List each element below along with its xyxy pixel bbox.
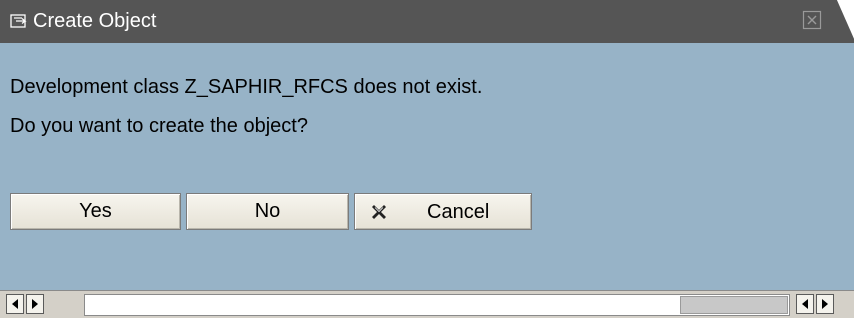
create-document-icon [10,14,27,28]
scroll-right-icon[interactable] [26,294,44,314]
message-line-2: Do you want to create the object? [10,115,308,137]
cancel-button-label: Cancel [427,201,490,223]
cancel-x-icon [372,205,386,219]
scroll-right-end-icon[interactable] [816,294,834,314]
scrollbar-track[interactable] [84,294,790,316]
cancel-button[interactable]: Cancel [354,193,532,230]
close-icon[interactable] [802,10,822,30]
no-button[interactable]: No [186,193,349,230]
dialog-title: Create Object [33,10,157,32]
dialog-titlebar: Create Object [0,0,854,43]
scroll-left-icon[interactable] [6,294,24,314]
create-object-dialog: Create Object Development class Z_SAPHIR… [0,0,854,318]
message-line-1: Development class Z_SAPHIR_RFCS does not… [10,76,483,98]
yes-button[interactable]: Yes [10,193,181,230]
scrollbar-thumb[interactable] [680,296,788,314]
horizontal-scrollbar[interactable] [0,290,854,318]
scroll-left-end-icon[interactable] [796,294,814,314]
dialog-body: Development class Z_SAPHIR_RFCS does not… [0,43,854,290]
